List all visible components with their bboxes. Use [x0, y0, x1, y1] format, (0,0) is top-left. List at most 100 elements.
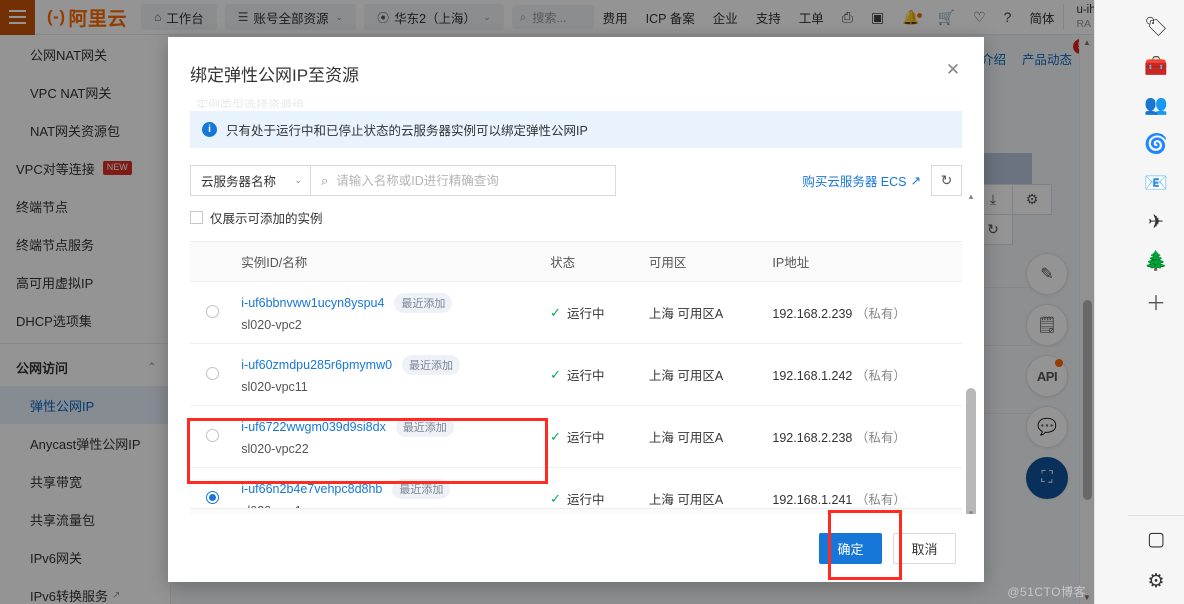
row-select-cell[interactable]	[190, 343, 236, 406]
people-icon[interactable]: 👥	[1143, 92, 1169, 118]
ip-address: 192.168.2.238	[772, 431, 853, 445]
status-text: 运行中	[566, 431, 605, 445]
row-zone-cell: 上海 可用区A	[642, 281, 767, 344]
ip-address: 192.168.1.242	[772, 369, 853, 383]
settings-gear-icon[interactable]: ⚙	[1143, 568, 1169, 594]
row-zone-cell: 上海 可用区A	[642, 343, 767, 406]
instance-id-link[interactable]: i-uf6722wwgm039d9si8dx	[241, 420, 386, 434]
check-icon: ✓	[550, 490, 561, 506]
instance-search-box[interactable]: ⌕	[310, 165, 616, 196]
dialog-body: 实例类型选择资源组 i 只有处于运行中和已停止状态的云服务器实例可以绑定弹性公网…	[168, 96, 984, 514]
side-panel-bottom: ▢ ⚙	[1128, 515, 1184, 604]
recently-added-tag: 最近添加	[402, 355, 461, 375]
status-text: 运行中	[566, 369, 605, 383]
filter-row-right: 购买云服务器 ECS ↗ ↻	[802, 165, 962, 196]
col-instance: 实例ID/名称	[235, 242, 545, 282]
table-row[interactable]: i-uf6722wwgm039d9si8dx 最近添加 sl020-vpc22 …	[190, 405, 962, 468]
buy-ecs-label: 购买云服务器 ECS	[802, 175, 907, 189]
instance-id-link[interactable]: i-uf66n2b4e7vehpc8d8hb	[241, 482, 382, 496]
col-select	[190, 242, 236, 282]
ip-type: （私有）	[855, 307, 906, 321]
table-header-row: 实例ID/名称 状态 可用区 IP地址	[190, 242, 962, 282]
table-vertical-scrollbar[interactable]: ▲ ▼	[964, 190, 978, 514]
tree-icon[interactable]: 🌲	[1143, 248, 1169, 274]
recently-added-tag: 最近添加	[394, 293, 453, 313]
instance-id-link[interactable]: i-uf6bbnvww1ucyn8yspu4	[241, 296, 384, 310]
info-alert-text: 只有处于运行中和已停止状态的云服务器实例可以绑定弹性公网IP	[226, 124, 588, 138]
ip-address: 192.168.2.239	[772, 307, 853, 321]
telegram-icon[interactable]: ✈	[1143, 209, 1169, 235]
external-link-icon: ↗	[910, 174, 921, 188]
search-input[interactable]	[336, 173, 605, 188]
confirm-button[interactable]: 确定	[819, 532, 882, 564]
chevron-down-icon: ⌄	[294, 175, 302, 185]
search-field-select[interactable]: 云服务器名称 ⌄	[190, 165, 310, 196]
panel-toggle-icon[interactable]: ▢	[1143, 526, 1169, 552]
table-row[interactable]: i-uf60zmdpu285r6pmymw0 最近添加 sl020-vpc11 …	[190, 343, 962, 406]
ip-address: 192.168.1.241	[772, 493, 853, 507]
tag-icon[interactable]: 🏷	[1143, 14, 1169, 40]
search-icon: ⌕	[321, 172, 329, 188]
ip-type: （私有）	[855, 431, 906, 445]
bind-eip-dialog: 绑定弹性公网IP至资源 ✕ 实例类型选择资源组 i 只有处于运行中和已停止状态的…	[168, 37, 984, 582]
ip-type: （私有）	[855, 369, 906, 383]
table-scroll-down-arrow[interactable]: ▼	[964, 507, 978, 514]
briefcase-icon[interactable]: 🧰	[1143, 53, 1169, 79]
table-row[interactable]: i-uf6bbnvww1ucyn8yspu4 最近添加 sl020-vpc2 ✓…	[190, 281, 962, 344]
recently-added-tag: 最近添加	[395, 417, 454, 437]
addable-only-checkbox[interactable]	[190, 211, 203, 224]
row-radio[interactable]	[206, 366, 220, 380]
screen: (-) 阿里云 ⌂ 工作台 ☰ 账号全部资源 ⌄ ⦿ 华东2（上海） ⌄ ⌕ 搜…	[0, 0, 1184, 604]
row-ip-cell: 192.168.2.239 （私有）	[766, 281, 962, 344]
side-panel-apps: 🏷 🧰 👥 🌀 📧 ✈ 🌲 ＋	[1128, 0, 1184, 316]
col-status: 状态	[544, 242, 643, 282]
row-status-cell: ✓ 运行中	[544, 281, 643, 344]
office-icon[interactable]: 🌀	[1143, 131, 1169, 157]
col-zone: 可用区	[642, 242, 767, 282]
row-instance-cell: i-uf60zmdpu285r6pmymw0 最近添加 sl020-vpc11	[235, 343, 545, 406]
filter-row: 云服务器名称 ⌄ ⌕ 购买云服务器 ECS ↗ ↻	[190, 165, 962, 196]
status-text: 运行中	[566, 493, 605, 507]
row-status-cell: ✓ 运行中	[544, 343, 643, 406]
table-scroll-thumb[interactable]	[966, 388, 976, 514]
row-instance-cell: i-uf6722wwgm039d9si8dx 最近添加 sl020-vpc22	[235, 405, 545, 468]
check-icon: ✓	[550, 428, 561, 444]
row-ip-cell: 192.168.2.238 （私有）	[766, 405, 962, 468]
clipped-field-row: 实例类型选择资源组	[196, 98, 305, 108]
addable-only-checkbox-row[interactable]: 仅展示可添加的实例	[190, 208, 962, 227]
instance-id-link[interactable]: i-uf60zmdpu285r6pmymw0	[241, 358, 392, 372]
addable-only-label: 仅展示可添加的实例	[210, 212, 323, 226]
row-instance-cell: i-uf6bbnvww1ucyn8yspu4 最近添加 sl020-vpc2	[235, 281, 545, 344]
ip-type: （私有）	[855, 493, 906, 507]
instance-name: sl020-vpc2	[241, 318, 302, 332]
table-header: 实例ID/名称 状态 可用区 IP地址	[190, 242, 962, 282]
buy-ecs-link[interactable]: 购买云服务器 ECS ↗	[802, 171, 921, 190]
row-radio[interactable]	[206, 428, 220, 442]
dialog-title: 绑定弹性公网IP至资源	[190, 66, 360, 85]
refresh-icon[interactable]: ↻	[931, 165, 962, 196]
add-app-icon[interactable]: ＋	[1146, 287, 1166, 316]
instance-table-wrapper: 实例ID/名称 状态 可用区 IP地址 i-uf6bbnvww1ucyn8ysp…	[190, 190, 978, 514]
row-select-cell[interactable]	[190, 281, 236, 344]
table-scroll-track[interactable]	[966, 203, 976, 514]
status-text: 运行中	[566, 307, 605, 321]
watermark: @51CTO博客	[1007, 585, 1086, 599]
check-icon: ✓	[550, 366, 561, 382]
info-alert: i 只有处于运行中和已停止状态的云服务器实例可以绑定弹性公网IP	[190, 111, 962, 148]
col-ip: IP地址	[766, 242, 962, 282]
instance-table: 实例ID/名称 状态 可用区 IP地址 i-uf6bbnvww1ucyn8ysp…	[190, 242, 962, 514]
table-body: i-uf6bbnvww1ucyn8yspu4 最近添加 sl020-vpc2 ✓…	[190, 281, 962, 514]
row-status-cell: ✓ 运行中	[544, 405, 643, 468]
check-icon: ✓	[550, 304, 561, 320]
row-radio-selected[interactable]	[206, 490, 220, 504]
browser-side-panel: 🏷 🧰 👥 🌀 📧 ✈ 🌲 ＋ ▢ ⚙	[1094, 0, 1184, 604]
dialog-footer: 确定 取消	[168, 514, 984, 582]
row-radio[interactable]	[206, 304, 220, 318]
outlook-icon[interactable]: 📧	[1143, 170, 1169, 196]
instance-name: sl020-vpc11	[241, 380, 308, 394]
row-ip-cell: 192.168.1.242 （私有）	[766, 343, 962, 406]
row-select-cell[interactable]	[190, 405, 236, 468]
cancel-button[interactable]: 取消	[893, 532, 956, 564]
table-scroll-up-arrow[interactable]: ▲	[964, 190, 978, 203]
close-icon[interactable]: ✕	[940, 57, 966, 83]
